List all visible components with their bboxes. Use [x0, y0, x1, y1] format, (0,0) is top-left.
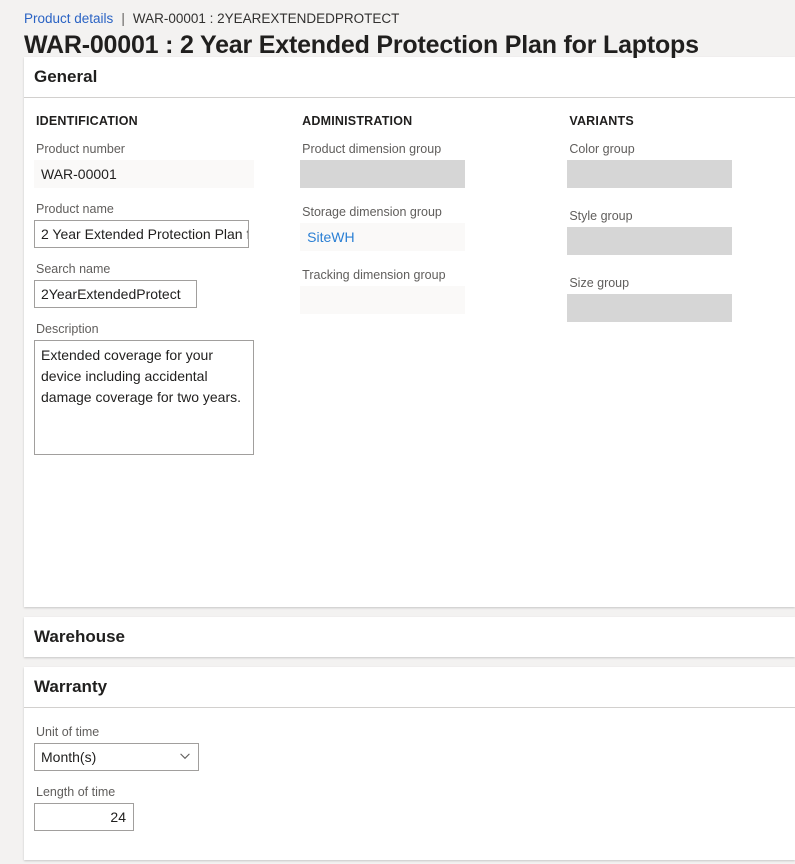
field-search-name-label: Search name — [36, 262, 111, 276]
section-warehouse-header[interactable]: Warehouse — [24, 617, 795, 657]
field-product-dimension-group: Product dimension group — [300, 141, 567, 188]
section-warranty-body: Unit of time Month(s) Length of time 24 — [24, 707, 795, 860]
breadcrumb-current-record: WAR-00001 : 2YEAREXTENDEDPROTECT — [132, 11, 400, 26]
field-description-label: Description — [36, 322, 99, 336]
description-textarea[interactable]: Extended coverage for your device includ… — [34, 340, 254, 455]
length-of-time-input[interactable]: 24 — [34, 803, 134, 831]
unit-of-time-select[interactable]: Month(s) — [34, 743, 199, 771]
page-title: WAR-00001 : 2 Year Extended Protection P… — [24, 31, 699, 59]
product-number-input[interactable]: WAR-00001 — [34, 160, 254, 188]
field-style-group-label: Style group — [569, 209, 633, 223]
group-identification-title: IDENTIFICATION — [36, 114, 138, 128]
group-administration: ADMINISTRATION Product dimension group S… — [300, 114, 567, 330]
section-warranty-title: Warranty — [34, 677, 108, 696]
general-columns: IDENTIFICATION Product number WAR-00001 … — [34, 114, 785, 468]
field-search-name: Search name 2YearExtendedProtect — [34, 261, 300, 308]
section-warranty-header[interactable]: Warranty — [24, 667, 795, 707]
section-general: General IDENTIFICATION Product number WA… — [24, 57, 795, 607]
product-dimension-group-input — [300, 160, 466, 188]
field-color-group-label: Color group — [569, 142, 635, 156]
section-general-header[interactable]: General — [24, 57, 795, 97]
section-general-title: General — [34, 67, 98, 86]
field-length-of-time-label: Length of time — [36, 785, 116, 799]
field-storage-dimension-group: Storage dimension group SiteWH — [300, 204, 567, 251]
breadcrumb: Product details | WAR-00001 : 2YEAREXTENDE… — [24, 10, 795, 28]
field-product-name: Product name 2 Year Extended Protection … — [34, 201, 300, 248]
group-identification: IDENTIFICATION Product number WAR-00001 … — [34, 114, 300, 468]
search-name-input[interactable]: 2YearExtendedProtect — [34, 280, 197, 308]
section-warranty: Warranty Unit of time Month(s) Length of… — [24, 667, 795, 860]
field-product-name-label: Product name — [36, 202, 114, 216]
field-style-group: Style group — [567, 208, 785, 255]
group-variants: VARIANTS Color group Style group Size gr… — [567, 114, 785, 342]
section-general-body: IDENTIFICATION Product number WAR-00001 … — [24, 97, 795, 607]
product-name-input[interactable]: 2 Year Extended Protection Plan for Lapt… — [34, 220, 249, 248]
field-unit-of-time-label: Unit of time — [36, 725, 100, 739]
field-product-number: Product number WAR-00001 — [34, 141, 300, 188]
section-warehouse-title: Warehouse — [34, 627, 126, 646]
breadcrumb-link-product-details[interactable]: Product details — [24, 11, 113, 26]
field-tracking-dimension-group-label: Tracking dimension group — [302, 268, 446, 282]
field-storage-dimension-group-label: Storage dimension group — [302, 205, 442, 219]
unit-of-time-value[interactable]: Month(s) — [34, 743, 199, 771]
field-product-number-label: Product number — [36, 142, 125, 156]
section-warehouse: Warehouse — [24, 617, 795, 657]
field-size-group: Size group — [567, 275, 785, 322]
style-group-input — [567, 227, 733, 255]
panel-stack: General IDENTIFICATION Product number WA… — [0, 57, 795, 860]
field-length-of-time: Length of time 24 — [34, 784, 785, 831]
field-tracking-dimension-group: Tracking dimension group — [300, 267, 567, 314]
field-description: Description Extended coverage for your d… — [34, 321, 300, 455]
field-color-group: Color group — [567, 141, 785, 188]
group-administration-title: ADMINISTRATION — [302, 114, 413, 128]
tracking-dimension-group-input[interactable] — [300, 286, 466, 314]
field-size-group-label: Size group — [569, 276, 630, 290]
field-unit-of-time: Unit of time Month(s) — [34, 724, 785, 771]
page-header: Product details | WAR-00001 : 2YEAREXTENDE… — [0, 0, 795, 59]
color-group-input — [567, 160, 733, 188]
group-variants-title: VARIANTS — [569, 114, 634, 128]
size-group-input — [567, 294, 733, 322]
field-product-dimension-group-label: Product dimension group — [302, 142, 442, 156]
storage-dimension-group-input[interactable]: SiteWH — [300, 223, 466, 251]
breadcrumb-separator: | — [121, 11, 125, 26]
